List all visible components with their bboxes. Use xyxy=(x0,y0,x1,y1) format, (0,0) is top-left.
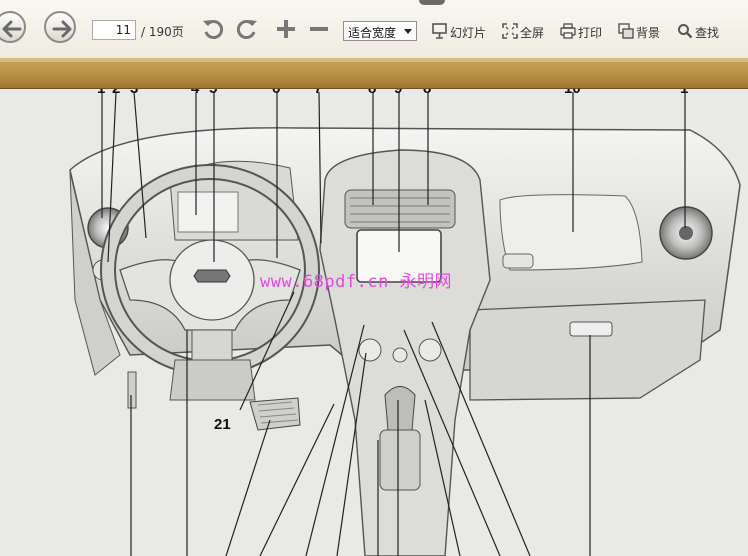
rotate-left-icon[interactable] xyxy=(201,17,225,41)
previous-page-button[interactable] xyxy=(0,11,26,43)
callout-label: 1 xyxy=(680,89,688,97)
background-label: 背景 xyxy=(636,26,661,40)
callout-label: 21 xyxy=(214,416,231,433)
slideshow-label: 幻灯片 xyxy=(450,26,487,40)
callout-label: 10 xyxy=(564,89,581,97)
toolbar-wood-strip xyxy=(0,58,748,89)
dashboard-illustration xyxy=(69,91,741,556)
chevron-down-icon xyxy=(404,29,412,34)
callout-label: 5 xyxy=(209,89,217,97)
callout-label: 1 xyxy=(97,89,105,97)
fullscreen-label: 全屏 xyxy=(520,26,545,40)
next-page-button[interactable] xyxy=(44,11,76,43)
search-button[interactable]: 查找 xyxy=(677,23,723,40)
projector-screen-icon xyxy=(432,23,447,39)
callout-label: 2 xyxy=(112,89,120,97)
callout-label: 4 xyxy=(191,89,199,97)
arrow-right-icon xyxy=(52,20,72,38)
document-page: 1 2 3 4 5 6 7 8 9 8 10 1 21 www.68pdf.cn… xyxy=(0,89,748,556)
fullscreen-icon xyxy=(502,23,518,39)
search-icon xyxy=(678,24,693,39)
zoom-mode-select[interactable]: 适合宽度 xyxy=(343,21,417,41)
print-label: 打印 xyxy=(578,26,603,40)
viewer-toolbar: 11 / 190页 适合宽度 幻灯片 全屏 打印 背景 查找 xyxy=(0,0,748,59)
page-number-input[interactable]: 11 xyxy=(92,20,136,40)
rotate-right-icon[interactable] xyxy=(235,17,259,41)
watermark-text: www.68pdf.cn 永明网 xyxy=(260,272,453,292)
toolbar-handle[interactable] xyxy=(419,0,445,5)
background-icon xyxy=(618,23,634,39)
callout-label: 8 xyxy=(368,89,376,97)
callout-label: 8 xyxy=(423,89,431,97)
zoom-in-icon[interactable] xyxy=(274,17,298,41)
zoom-mode-value: 适合宽度 xyxy=(348,26,397,40)
slideshow-button[interactable]: 幻灯片 xyxy=(432,23,492,40)
callout-label: 7 xyxy=(314,89,322,97)
zoom-out-icon[interactable] xyxy=(307,17,331,41)
callout-label: 9 xyxy=(394,89,402,97)
callout-label: 3 xyxy=(130,89,138,97)
callout-label: 6 xyxy=(272,89,280,97)
background-button[interactable]: 背景 xyxy=(618,23,666,40)
fullscreen-button[interactable]: 全屏 xyxy=(502,23,548,40)
search-label: 查找 xyxy=(695,26,720,40)
page-total-label: / 190页 xyxy=(141,25,184,39)
printer-icon xyxy=(560,23,576,39)
arrow-left-icon xyxy=(2,20,22,38)
print-button[interactable]: 打印 xyxy=(560,23,606,40)
